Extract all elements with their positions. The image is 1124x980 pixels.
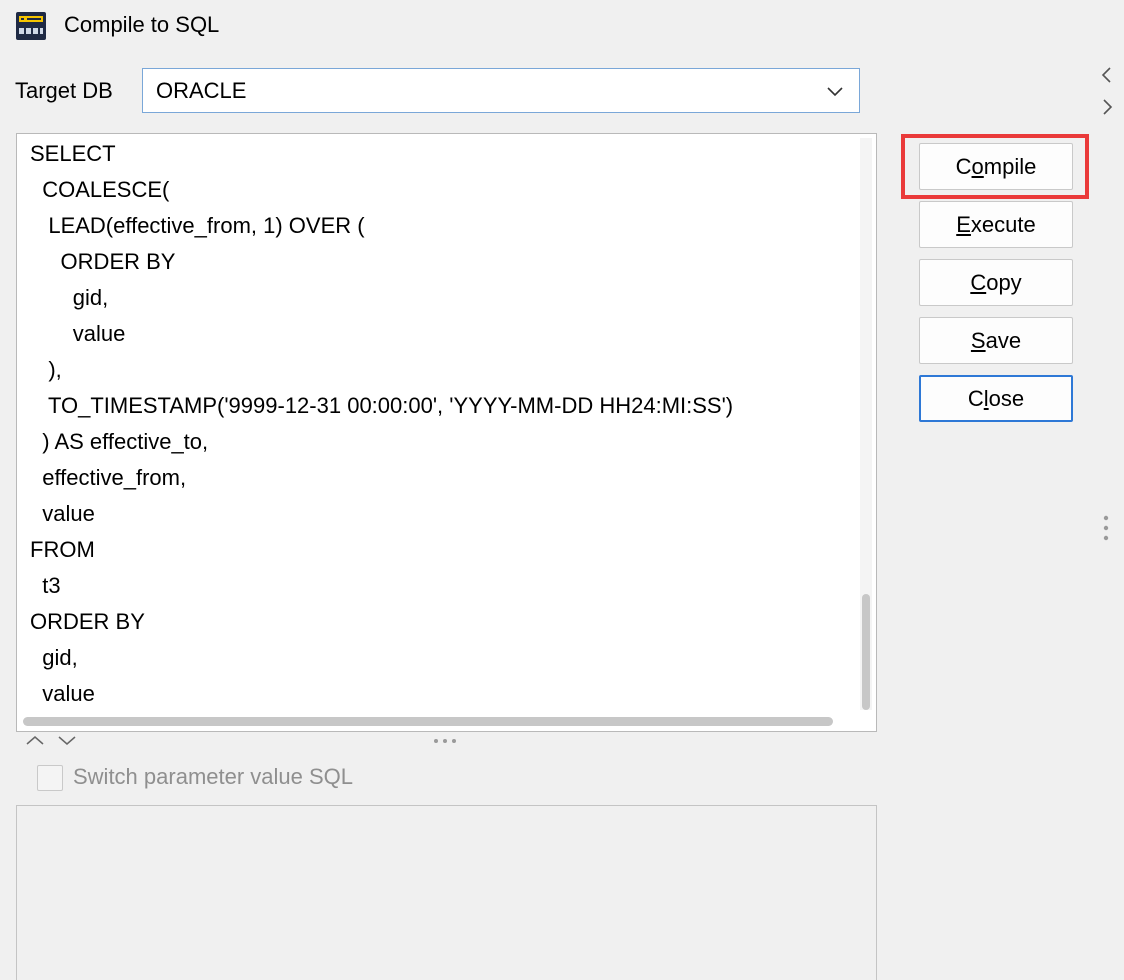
window-title: Compile to SQL xyxy=(64,12,220,37)
sql-line: LEAD(effective_from, 1) OVER ( xyxy=(30,213,365,238)
execute-button[interactable]: Execute xyxy=(919,201,1073,248)
sql-line: ), xyxy=(30,357,62,382)
sql-line: effective_from, xyxy=(30,465,187,490)
save-button[interactable]: Save xyxy=(919,317,1073,364)
sql-line: gid, xyxy=(30,645,78,670)
sql-line: value xyxy=(30,681,95,706)
sql-line: gid, xyxy=(30,285,109,310)
sql-line: ) AS effective_to, xyxy=(30,429,209,454)
compile-button[interactable]: Compile xyxy=(919,143,1073,190)
sql-line: ORDER BY xyxy=(30,249,176,274)
sql-line: t3 xyxy=(30,573,61,598)
sql-line: SELECT xyxy=(30,141,116,166)
sql-line: COALESCE( xyxy=(30,177,170,202)
chevron-right-icon xyxy=(1103,99,1113,115)
target-db-label: Target DB xyxy=(15,78,113,103)
sql-line: value xyxy=(30,501,95,526)
sql-line: FROM xyxy=(30,537,95,562)
vertical-scroll-thumb[interactable] xyxy=(862,594,870,710)
more-vertical-icon[interactable] xyxy=(1103,514,1109,544)
horizontal-scroll-thumb[interactable] xyxy=(23,717,833,726)
sql-line: TO_TIMESTAMP('9999-12-31 00:00:00', 'YYY… xyxy=(30,393,734,418)
chevron-up-icon xyxy=(26,736,44,745)
target-db-select[interactable]: ORACLE xyxy=(142,68,860,113)
parameter-sql-panel xyxy=(16,805,877,980)
target-db-value: ORACLE xyxy=(156,78,247,103)
sql-editor[interactable]: SELECT COALESCE( LEAD(effective_from, 1)… xyxy=(16,133,877,732)
sql-line: ORDER BY xyxy=(30,609,145,634)
switch-parameter-checkbox[interactable] xyxy=(37,765,63,791)
chevron-left-icon xyxy=(1101,67,1111,83)
horizontal-scrollbar[interactable] xyxy=(21,715,857,727)
vertical-scrollbar[interactable] xyxy=(860,138,872,710)
title-bar: Compile to SQL xyxy=(0,0,1124,50)
app-icon xyxy=(16,12,46,40)
close-button[interactable]: Close xyxy=(919,375,1073,422)
copy-button[interactable]: Copy xyxy=(919,259,1073,306)
chevron-down-icon xyxy=(827,87,843,97)
splitter[interactable] xyxy=(24,732,464,752)
switch-parameter-label: Switch parameter value SQL xyxy=(73,764,354,789)
chevron-down-icon xyxy=(58,736,76,745)
more-horizontal-icon xyxy=(434,739,456,743)
sql-line: value xyxy=(30,321,126,346)
side-panel-arrows[interactable] xyxy=(1098,64,1116,124)
